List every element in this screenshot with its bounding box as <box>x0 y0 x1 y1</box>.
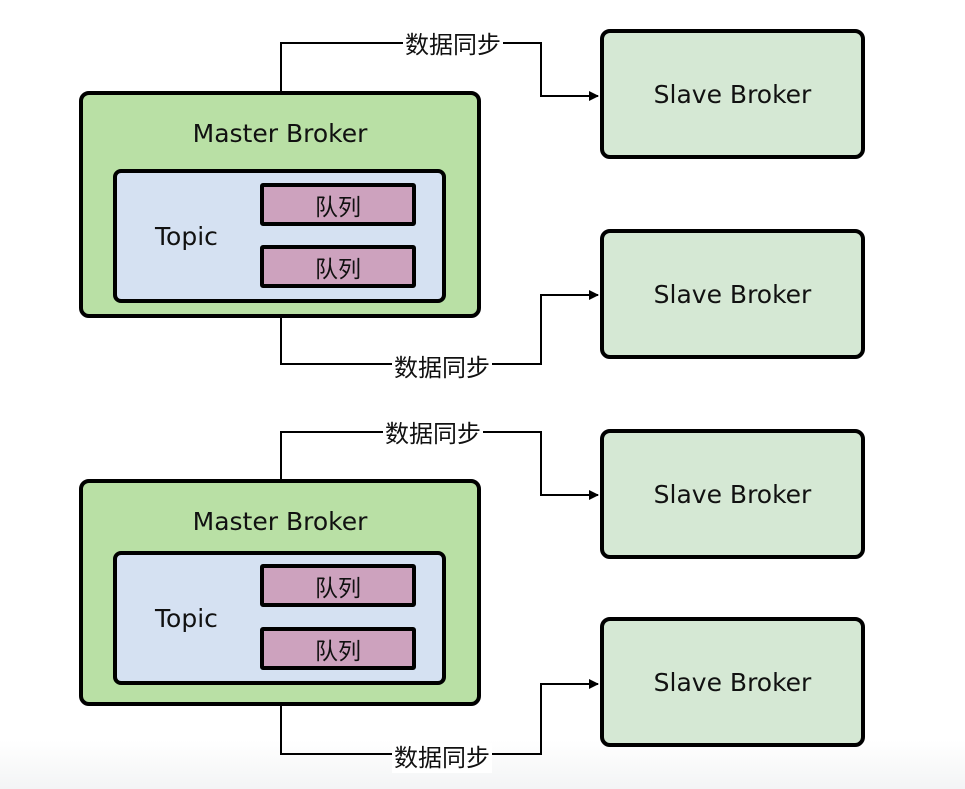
master-broker-1-title: Master Broker <box>192 119 368 148</box>
slave-broker-1b-label: Slave Broker <box>653 279 812 309</box>
diagram-canvas: Master Broker Topic 队列 队列 数据同步 数据同步 Slav… <box>0 0 965 789</box>
queue-2b-label: 队列 <box>315 638 361 665</box>
master-broker-2-title: Master Broker <box>192 507 368 536</box>
queue-1a-label: 队列 <box>315 194 361 221</box>
queue-1a: 队列 <box>260 183 416 226</box>
sync-label-2-bottom: 数据同步 <box>392 743 492 773</box>
queue-2a-label: 队列 <box>315 575 361 602</box>
topic-1-label: Topic <box>155 221 218 251</box>
queue-1b: 队列 <box>260 245 416 288</box>
slave-broker-2b-label: Slave Broker <box>653 667 812 697</box>
sync-label-2-top: 数据同步 <box>383 419 483 449</box>
queue-2a: 队列 <box>260 564 416 607</box>
queue-2b: 队列 <box>260 627 416 670</box>
sync-label-1-bottom: 数据同步 <box>392 353 492 383</box>
sync-label-1-top: 数据同步 <box>403 30 503 60</box>
topic-2-label: Topic <box>155 603 218 633</box>
queue-1b-label: 队列 <box>315 256 361 283</box>
slave-broker-1a-label: Slave Broker <box>653 79 812 109</box>
slave-broker-2a: Slave Broker <box>600 429 865 559</box>
slave-broker-2b: Slave Broker <box>600 617 865 747</box>
slave-broker-2a-label: Slave Broker <box>653 479 812 509</box>
slave-broker-1b: Slave Broker <box>600 229 865 359</box>
slave-broker-1a: Slave Broker <box>600 29 865 159</box>
